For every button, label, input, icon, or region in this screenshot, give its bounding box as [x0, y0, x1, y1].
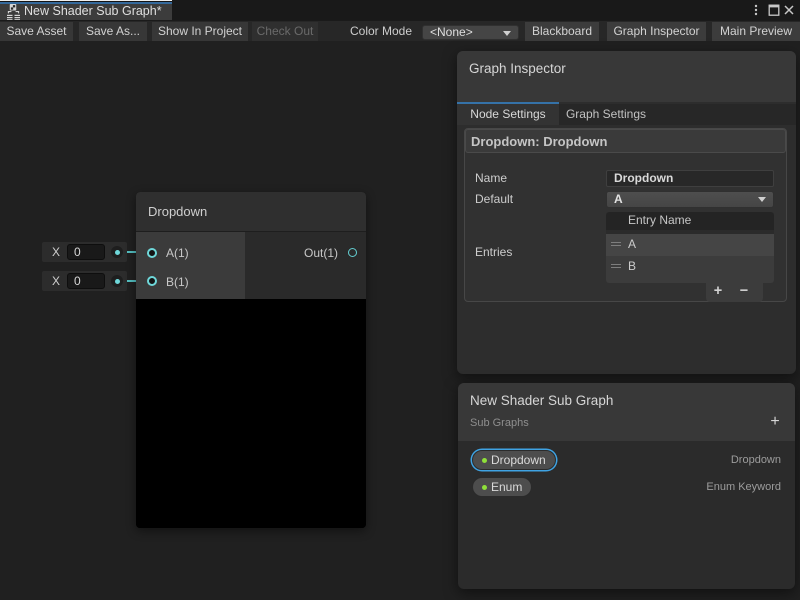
inspector-tab-row: Node Settings Graph Settings [457, 104, 796, 125]
port-out-label: Out(1) [304, 247, 338, 259]
widget-port-a[interactable] [111, 246, 123, 258]
port-a[interactable] [147, 248, 157, 258]
value-field[interactable]: 0 [67, 244, 105, 260]
graph-inspector-toggle-button[interactable]: Graph Inspector [607, 22, 706, 42]
color-mode-label: Color Mode [350, 22, 412, 42]
dropdown-arrow-icon [758, 197, 766, 202]
check-out-button: Check Out [252, 22, 318, 42]
document-tab[interactable]: New Shader Sub Graph* [0, 0, 172, 20]
color-mode-dropdown[interactable]: <None> [422, 25, 519, 40]
property-type: Enum Keyword [706, 477, 781, 498]
entries-list: Entry Name A B [606, 212, 774, 283]
default-label: Default [475, 191, 513, 208]
drag-handle-icon[interactable] [611, 264, 621, 270]
blackboard-panel: New Shader Sub Graph Sub Graphs + Dropdo… [458, 383, 795, 589]
input-widget-b: X 0 [42, 271, 127, 291]
name-label: Name [475, 170, 507, 187]
blackboard-header[interactable]: New Shader Sub Graph Sub Graphs + [458, 383, 795, 441]
tab-title: New Shader Sub Graph* [24, 4, 162, 19]
entry-name: A [628, 234, 636, 256]
default-dropdown[interactable]: A [606, 191, 774, 208]
widget-port-b[interactable] [111, 275, 123, 287]
port-out[interactable] [348, 248, 357, 257]
entry-row-a[interactable]: A [606, 234, 774, 256]
close-icon[interactable] [782, 3, 796, 17]
node-title: Dropdown [148, 192, 207, 231]
node-title-bar[interactable]: Dropdown [136, 192, 366, 231]
value-field[interactable]: 0 [67, 273, 105, 289]
subgraph-asset-icon [7, 4, 20, 20]
window-tab-strip: New Shader Sub Graph* [0, 0, 800, 20]
main-preview-toggle-button[interactable]: Main Preview [712, 22, 800, 42]
blackboard-row-dropdown: Dropdown Dropdown [458, 450, 795, 471]
property-name: Enum [491, 480, 522, 494]
property-pill-enum[interactable]: Enum [472, 477, 532, 497]
port-b[interactable] [147, 276, 157, 286]
node-preview[interactable] [136, 299, 366, 528]
property-type: Dropdown [731, 450, 781, 471]
node-body: A(1) B(1) Out(1) [136, 232, 366, 299]
inspector-title: Graph Inspector [469, 59, 566, 79]
dropdown-arrow-icon [503, 31, 511, 36]
remove-entry-button[interactable]: − [734, 283, 754, 301]
entries-list-footer: + − [706, 283, 763, 302]
port-a-label: A(1) [166, 247, 189, 259]
kebab-menu-icon[interactable] [749, 3, 763, 17]
add-entry-button[interactable]: + [708, 283, 728, 301]
maximize-icon[interactable] [767, 3, 781, 17]
exposed-dot-icon [482, 485, 487, 490]
color-mode-value: <None> [430, 25, 473, 39]
shader-graph-toolbar: Save Asset Save As... Show In Project Ch… [0, 20, 800, 41]
entries-list-header: Entry Name [606, 212, 774, 234]
blackboard-title: New Shader Sub Graph [470, 391, 613, 411]
name-field[interactable]: Dropdown [606, 170, 774, 187]
input-widget-a: X 0 [42, 242, 127, 262]
property-pill-dropdown[interactable]: Dropdown [472, 450, 556, 470]
default-value: A [614, 192, 623, 206]
save-as-button[interactable]: Save As... [79, 22, 147, 42]
blackboard-row-enum: Enum Enum Keyword [458, 477, 795, 498]
tab-graph-settings[interactable]: Graph Settings [559, 104, 653, 125]
active-tab-indicator [457, 102, 559, 104]
dropdown-node[interactable]: Dropdown A(1) B(1) Out(1) [136, 192, 366, 528]
blackboard-subtitle: Sub Graphs [470, 415, 529, 431]
entry-name: B [628, 256, 636, 278]
axis-label: X [52, 242, 60, 262]
settings-section-header: Dropdown: Dropdown [465, 129, 786, 153]
inspector-header[interactable]: Graph Inspector [457, 51, 796, 102]
graph-inspector-panel: Graph Inspector Node Settings Graph Sett… [457, 51, 796, 374]
entry-row-b[interactable]: B [606, 256, 774, 278]
show-in-project-button[interactable]: Show In Project [152, 22, 248, 42]
property-name: Dropdown [491, 453, 546, 467]
blackboard-toggle-button[interactable]: Blackboard [525, 22, 599, 42]
port-b-label: B(1) [166, 276, 189, 288]
axis-label: X [52, 271, 60, 291]
add-property-button[interactable]: + [766, 413, 784, 431]
settings-section-title: Dropdown: Dropdown [471, 130, 607, 154]
node-input-area [136, 232, 245, 299]
save-asset-button[interactable]: Save Asset [0, 22, 73, 42]
drag-handle-icon[interactable] [611, 242, 621, 248]
node-settings-box: Dropdown: Dropdown Name Dropdown Default… [464, 128, 787, 302]
exposed-dot-icon [482, 458, 487, 463]
entries-label: Entries [475, 244, 512, 261]
tab-node-settings[interactable]: Node Settings [457, 104, 559, 125]
